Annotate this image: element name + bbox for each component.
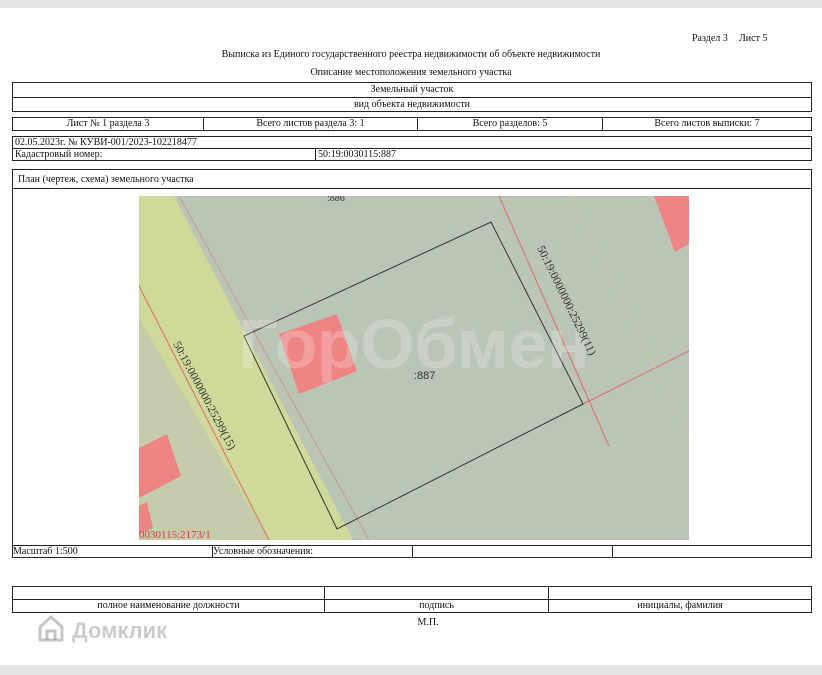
map-drawing: ГорОбмен :887 :886 50:19:0000000:25299(1…: [139, 196, 689, 540]
object-type: Земельный участок: [370, 84, 454, 95]
sheet-number: Лист 5: [739, 33, 768, 44]
cadastral-label: Кадастровый номер:: [12, 148, 316, 161]
position-caption: полное наименование должности: [12, 599, 325, 613]
bottom-left-label: 0030115:2173/1: [139, 529, 211, 540]
domclick-watermark: Домклик: [36, 614, 167, 648]
object-type-caption: вид объекта недвижимости: [353, 99, 471, 110]
name-caption: инициалы, фамилия: [548, 599, 812, 613]
document-page: Раздел 3 Лист 5 Выписка из Единого госуд…: [0, 8, 822, 665]
legend-empty-cell: [612, 545, 812, 558]
cadastral-map: ГорОбмен :887 :886 50:19:0000000:25299(1…: [139, 196, 689, 540]
signature-field: [324, 586, 549, 600]
house-logo-icon: [36, 613, 66, 649]
plan-title: План (чертеж, схема) земельного участка: [18, 174, 194, 185]
divider: [12, 188, 812, 189]
neighbor-parcel-label: :886: [327, 196, 345, 204]
sheet-no-cell: Лист № 1 раздела 3: [12, 117, 204, 131]
position-field: [12, 586, 325, 600]
divider: [12, 97, 812, 98]
signature-caption: подпись: [324, 599, 549, 613]
cadastral-number: 50:19:0030115:887: [315, 148, 812, 161]
total-extract-sheets-cell: Всего листов выписки: 7: [602, 117, 812, 131]
document-subtitle: Описание местоположения земельного участ…: [310, 67, 512, 78]
legend-empty-cell: [412, 545, 613, 558]
document-title: Выписка из Единого государственного реес…: [221, 49, 601, 60]
parcel-label: :887: [414, 370, 435, 382]
scale-cell: Масштаб 1:500: [12, 545, 213, 558]
section-number: Раздел 3: [692, 33, 728, 44]
total-sections-cell: Всего разделов: 5: [417, 117, 603, 131]
legend-label-cell: Условные обозначения:: [212, 545, 413, 558]
name-field: [548, 586, 812, 600]
domclick-name: Домклик: [72, 618, 168, 643]
total-section-sheets-cell: Всего листов раздела 3: 1: [203, 117, 418, 131]
